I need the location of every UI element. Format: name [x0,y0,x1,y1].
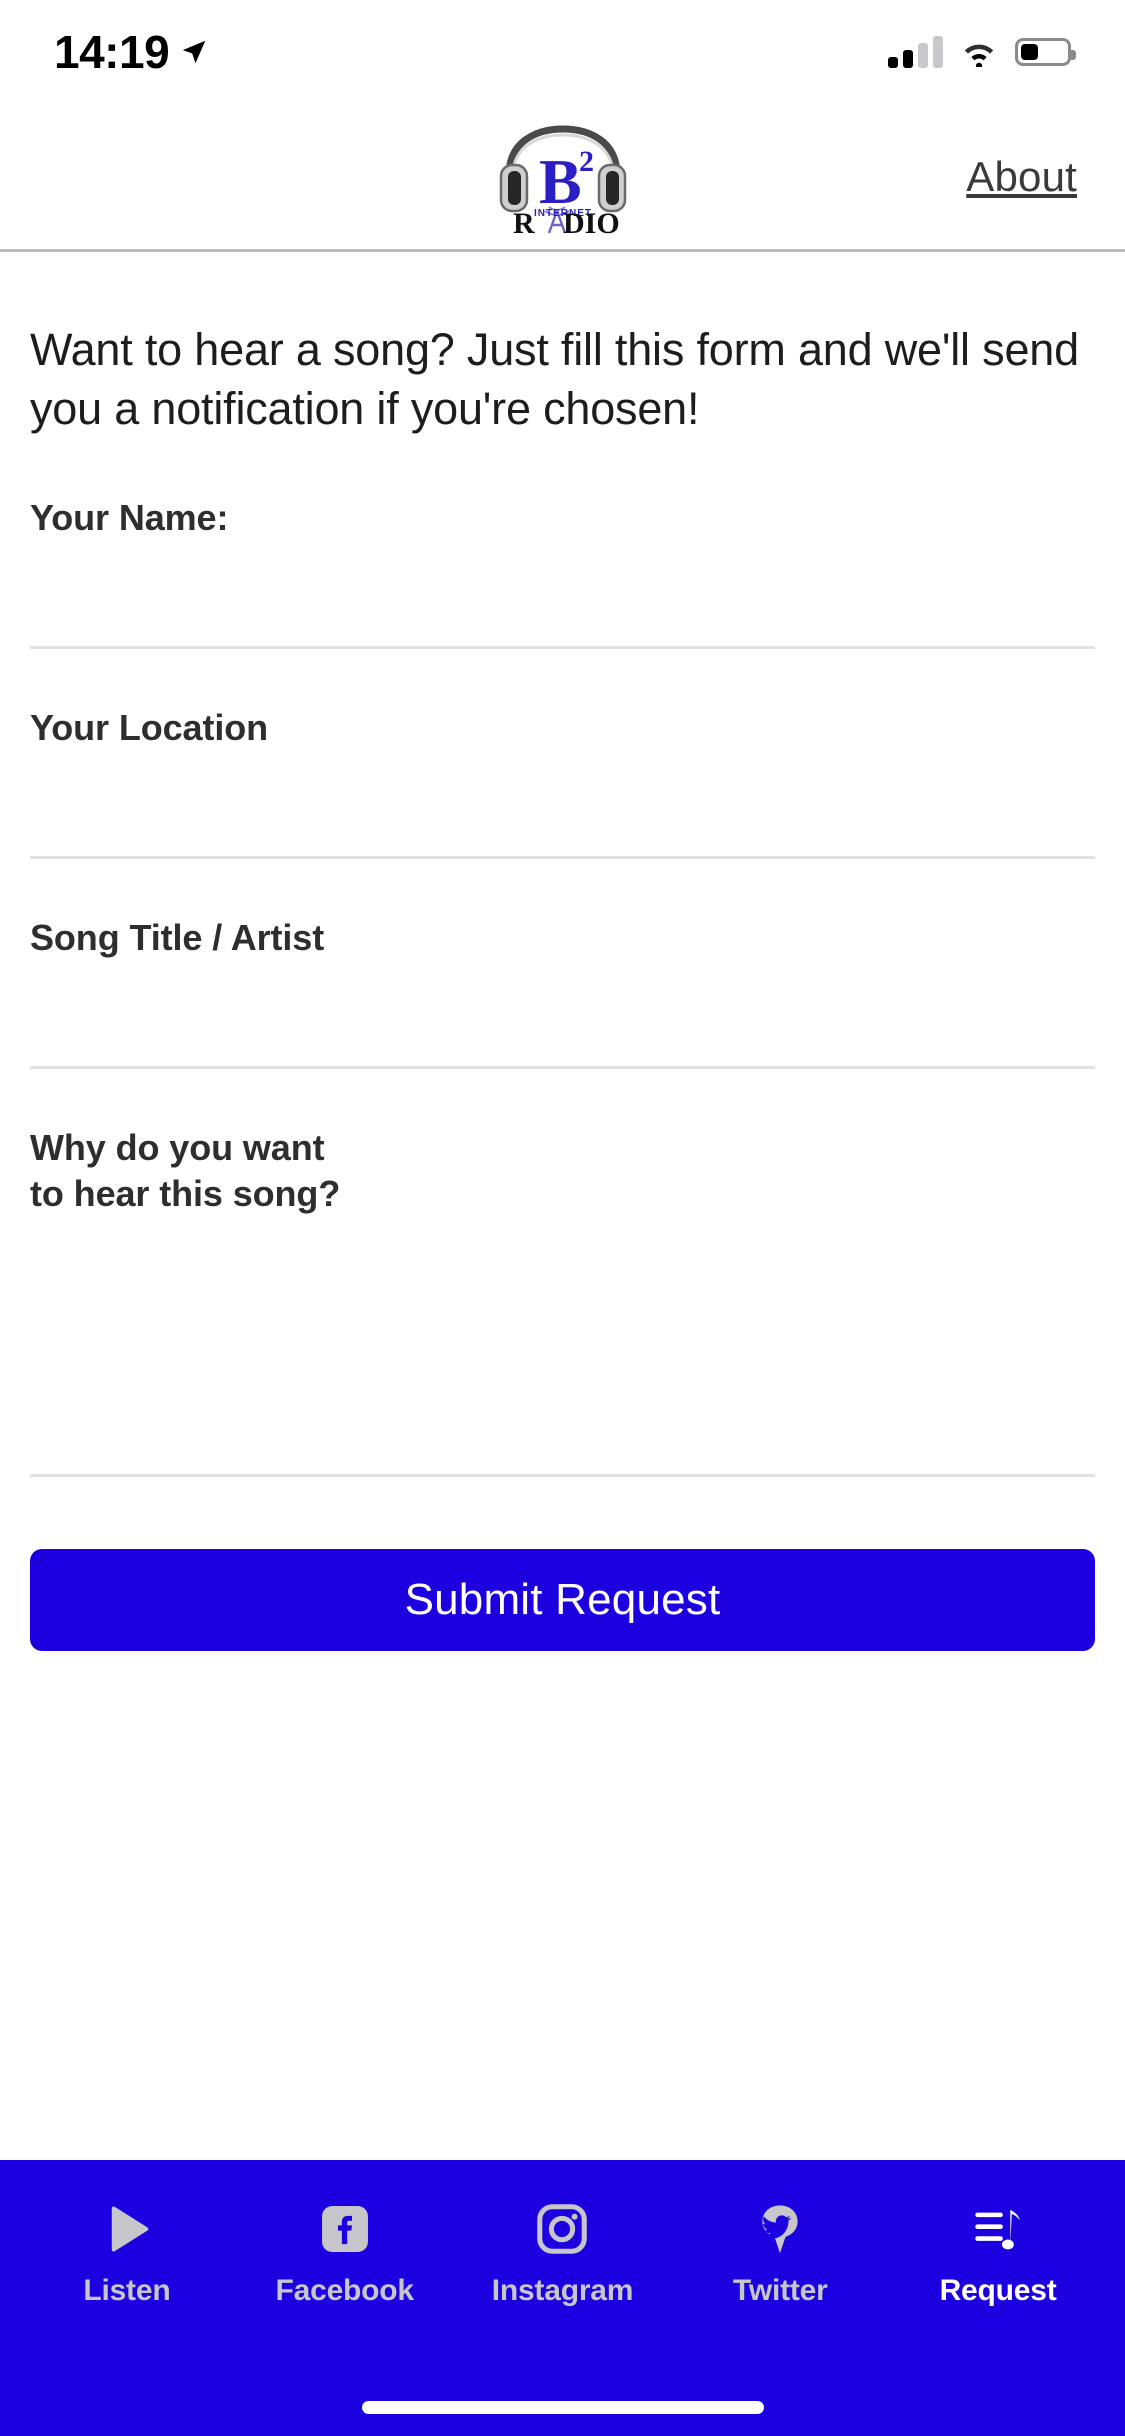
facebook-icon [312,2196,378,2262]
input-why-hear-song[interactable] [30,1217,1095,1478]
b2-internet-radio-logo: B 2 INTERNET R DIO [499,124,626,235]
field-your-name: Your Name: [30,439,1095,649]
tab-label-request: Request [939,2274,1057,2307]
status-time: 14:19 [54,26,170,78]
tab-label-twitter: Twitter [732,2274,828,2307]
home-indicator-area [0,2401,1125,2436]
field-song-title-artist: Song Title / Artist [30,859,1095,1070]
location-arrow-icon [182,40,206,64]
status-bar-left: 14:19 [54,29,209,75]
input-your-location[interactable] [30,750,1095,859]
submit-request-button[interactable]: Submit Request [30,1549,1095,1652]
label-your-location: Your Location [30,706,269,748]
play-icon [94,2196,160,2262]
app-screen: 14:19 B 2 INTERNET R DIO About Want to h… [0,0,1125,2436]
playlist-music-note-icon [965,2196,1031,2262]
tab-label-listen: Listen [83,2274,171,2307]
label-your-name: Your Name: [30,496,229,538]
request-form: Want to hear a song? Just fill this form… [0,252,1125,2160]
home-indicator[interactable] [361,2401,764,2414]
status-bar: 14:19 [0,0,1125,104]
svg-text:DIO: DIO [563,207,620,235]
input-song-title-artist[interactable] [30,961,1095,1070]
tab-list: Listen Facebook Instagram Twitter Reques… [0,2160,1125,2306]
submit-row: Submit Request [30,1477,1095,1652]
input-your-name[interactable] [30,540,1095,649]
twitter-pin-icon [747,2196,813,2262]
tab-facebook[interactable]: Facebook [236,2196,454,2306]
tab-label-facebook: Facebook [275,2274,414,2307]
svg-text:2: 2 [579,145,594,178]
wifi-icon [964,44,994,67]
battery-icon [1015,38,1076,66]
bottom-tab-bar: Listen Facebook Instagram Twitter Reques… [0,2160,1125,2436]
cellular-signal-icon [888,36,943,68]
field-why-hear-song: Why do you want to hear this song? [30,1069,1095,1478]
label-why-hear-song: Why do you want to hear this song? [30,1127,341,1215]
instagram-icon [529,2196,595,2262]
about-link[interactable]: About [966,155,1077,198]
svg-text:R: R [513,207,535,235]
tab-listen[interactable]: Listen [18,2196,236,2306]
tab-instagram[interactable]: Instagram [454,2196,672,2306]
tab-twitter[interactable]: Twitter [671,2196,889,2306]
app-header: B 2 INTERNET R DIO About [0,104,1125,252]
label-song-title-artist: Song Title / Artist [30,916,325,958]
tab-request[interactable]: Request [889,2196,1107,2306]
field-your-location: Your Location [30,649,1095,859]
status-bar-right [888,36,1076,68]
tab-label-instagram: Instagram [491,2274,634,2307]
intro-text: Want to hear a song? Just fill this form… [30,324,1079,435]
